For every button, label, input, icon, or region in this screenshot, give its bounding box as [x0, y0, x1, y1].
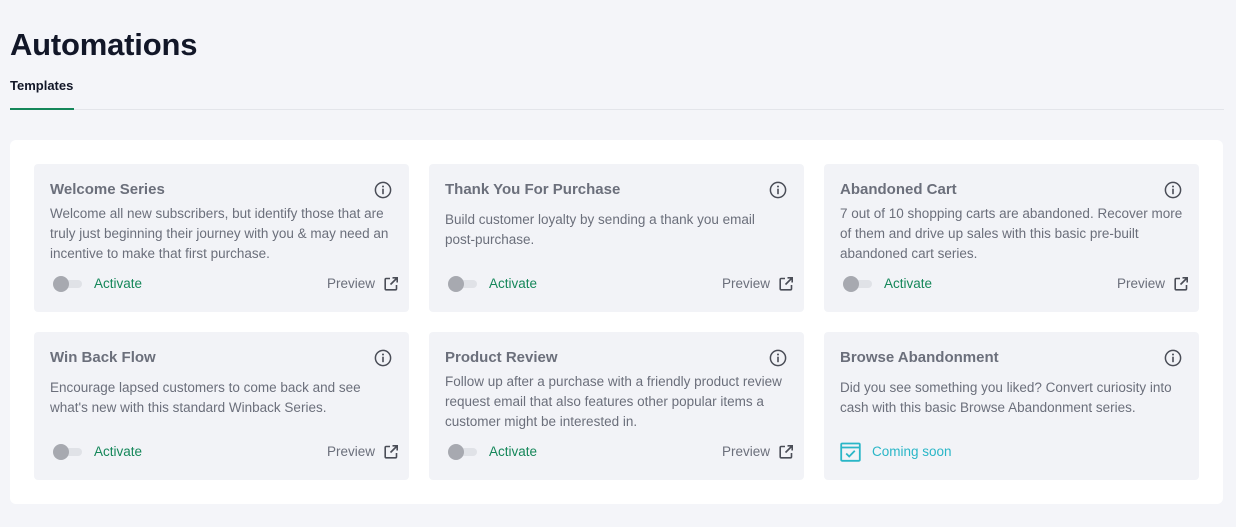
card-title: Thank You For Purchase — [445, 181, 621, 198]
template-card-thank-you-for-purchase: Thank You For Purchase Build customer lo… — [429, 164, 804, 312]
card-title: Abandoned Cart — [840, 181, 957, 198]
toggle-knob — [448, 276, 464, 292]
tab-templates[interactable]: Templates — [10, 72, 75, 110]
info-icon[interactable] — [769, 349, 787, 367]
automations-page: Automations Templates Welcome Series Wel… — [0, 0, 1236, 527]
preview-label: Preview — [1116, 276, 1165, 291]
card-title: Product Review — [445, 349, 558, 366]
external-link-icon — [779, 445, 793, 459]
preview-label: Preview — [326, 444, 375, 459]
external-link-icon — [384, 277, 398, 291]
preview-label: Preview — [326, 276, 375, 291]
template-card-win-back-flow: Win Back Flow Encourage lapsed customers… — [34, 332, 409, 480]
toggle-knob — [53, 444, 69, 460]
preview-link[interactable]: Preview — [722, 275, 794, 293]
activate-toggle[interactable] — [447, 444, 479, 460]
card-description: 7 out of 10 shopping carts are abandoned… — [840, 206, 1183, 261]
preview-link[interactable]: Preview — [327, 443, 399, 461]
activate-label[interactable]: Activate — [94, 444, 142, 460]
template-card-welcome-series: Welcome Series Welcome all new subscribe… — [34, 164, 409, 312]
activate-label[interactable]: Activate — [489, 444, 537, 460]
info-icon[interactable] — [1164, 181, 1182, 199]
toggle-knob — [53, 276, 69, 292]
activate-toggle[interactable] — [447, 276, 479, 292]
external-link-icon — [779, 277, 793, 291]
tab-bar: Templates — [10, 72, 1224, 110]
preview-label: Preview — [721, 444, 770, 459]
external-link-icon — [384, 445, 398, 459]
coming-soon-label: Coming soon — [872, 444, 952, 459]
card-title: Welcome Series — [50, 181, 165, 198]
card-title: Win Back Flow — [50, 349, 156, 366]
preview-label: Preview — [721, 276, 770, 291]
preview-link[interactable]: Preview — [327, 275, 399, 293]
card-description: Follow up after a purchase with a friend… — [445, 374, 782, 429]
activate-label[interactable]: Activate — [884, 276, 932, 292]
info-icon[interactable] — [1164, 349, 1182, 367]
preview-link[interactable]: Preview — [722, 443, 794, 461]
template-card-product-review: Product Review Follow up after a purchas… — [429, 332, 804, 480]
info-icon[interactable] — [769, 181, 787, 199]
activate-label[interactable]: Activate — [489, 276, 537, 292]
card-title: Browse Abandonment — [840, 349, 999, 366]
template-card-abandoned-cart: Abandoned Cart 7 out of 10 shopping cart… — [824, 164, 1199, 312]
activate-toggle[interactable] — [842, 276, 874, 292]
card-description: Encourage lapsed customers to come back … — [50, 380, 361, 415]
card-description: Build customer loyalty by sending a than… — [445, 212, 755, 247]
toggle-knob — [448, 444, 464, 460]
templates-panel: Welcome Series Welcome all new subscribe… — [10, 140, 1223, 504]
toggle-knob — [843, 276, 859, 292]
activate-toggle[interactable] — [52, 444, 84, 460]
preview-link[interactable]: Preview — [1117, 275, 1189, 293]
activate-label[interactable]: Activate — [94, 276, 142, 292]
calendar-check-icon — [840, 442, 861, 462]
coming-soon-status: Coming soon — [840, 442, 952, 462]
info-icon[interactable] — [374, 349, 392, 367]
template-card-browse-abandonment: Browse Abandonment Did you see something… — [824, 332, 1199, 480]
external-link-icon — [1174, 277, 1188, 291]
info-icon[interactable] — [374, 181, 392, 199]
card-description: Did you see something you liked? Convert… — [840, 380, 1172, 415]
card-description: Welcome all new subscribers, but identif… — [50, 206, 389, 261]
page-title: Automations — [10, 27, 198, 62]
activate-toggle[interactable] — [52, 276, 84, 292]
